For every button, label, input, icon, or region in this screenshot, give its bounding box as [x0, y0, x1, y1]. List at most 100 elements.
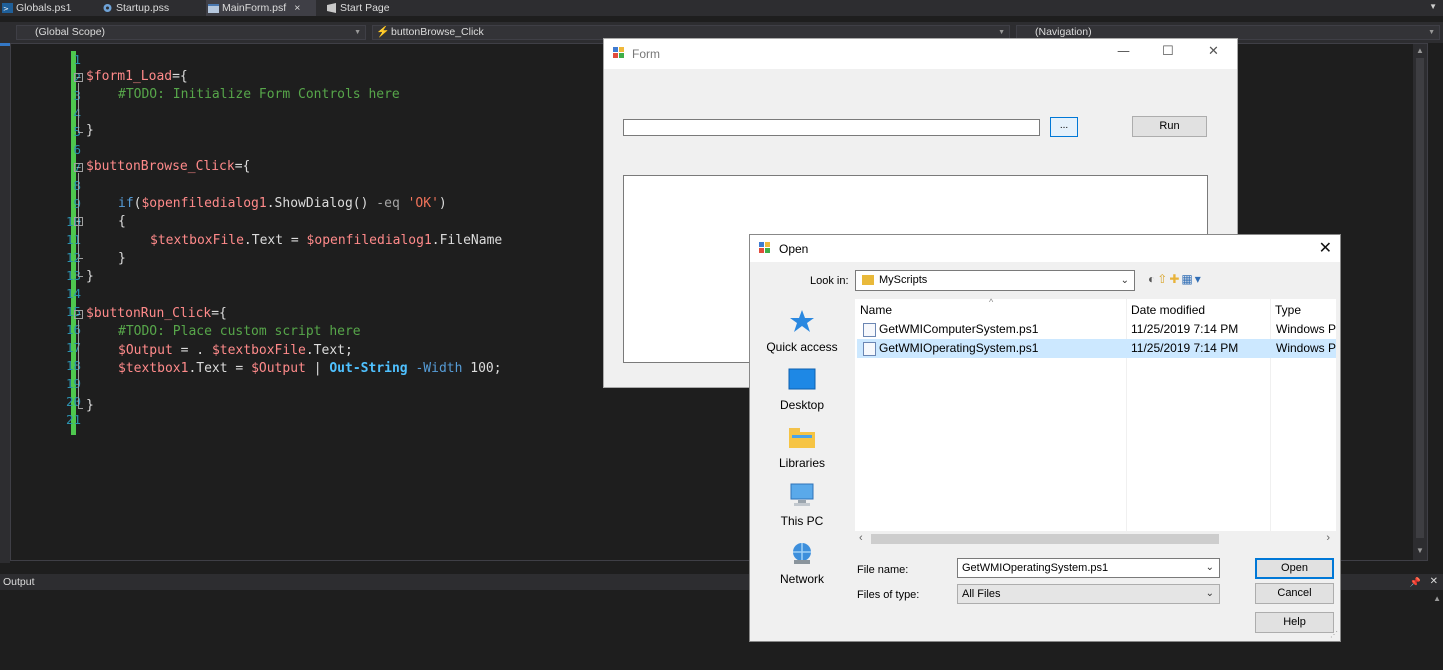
view-menu-icon[interactable]: ▦▾ — [1181, 272, 1202, 286]
tab-mainform[interactable]: MainForm.psf × — [206, 0, 316, 16]
scroll-up-arrow-icon[interactable]: ▲ — [1433, 594, 1441, 603]
code-token: $textboxFile — [211, 343, 306, 358]
column-header-date-modified[interactable]: Date modified — [1131, 303, 1205, 320]
form-file-icon — [208, 4, 219, 13]
svg-text:>: > — [3, 5, 9, 13]
code-line-5: } — [86, 123, 94, 138]
powershell-file-icon — [863, 342, 876, 356]
libraries-icon — [789, 428, 815, 448]
line-number: 21 — [65, 412, 81, 427]
tab-startup[interactable]: Startup.pss — [100, 0, 190, 16]
scrollbar-thumb[interactable] — [1416, 58, 1424, 538]
fold-guide-end — [78, 276, 83, 277]
close-icon[interactable]: ✕ — [1319, 238, 1332, 257]
file-row[interactable]: GetWMIComputerSystem.ps1 11/25/2019 7:14… — [857, 320, 1336, 339]
editor-vertical-scrollbar[interactable]: ▲ ▼ — [1413, 44, 1427, 560]
tab-overflow-chevron-icon[interactable]: ▼ — [1429, 2, 1437, 11]
form-title-bar[interactable]: Form — ☐ ✕ — [604, 39, 1237, 69]
line-number: 18 — [65, 358, 81, 373]
places-bar: Quick access Desktop Libraries This PC N… — [757, 299, 847, 629]
scroll-left-arrow-icon[interactable]: ‹ — [859, 532, 863, 544]
code-token: ={ — [234, 159, 251, 174]
open-button[interactable]: Open — [1255, 558, 1334, 579]
up-folder-icon[interactable]: ⇧ — [1157, 272, 1169, 286]
place-quick-access[interactable]: Quick access — [757, 309, 847, 354]
new-folder-icon[interactable]: ✚ — [1169, 272, 1181, 286]
code-token: ={ — [211, 306, 227, 321]
code-token: $openfiledialog1 — [141, 196, 267, 211]
file-path-textbox[interactable] — [623, 119, 1040, 136]
place-network[interactable]: Network — [757, 541, 847, 586]
line-number: 1 — [73, 52, 81, 67]
dialog-title-bar[interactable]: Open ✕ — [750, 235, 1340, 262]
browse-button[interactable]: ... — [1050, 117, 1078, 137]
collapse-toggle-icon[interactable]: − — [74, 163, 83, 172]
tab-start-page[interactable]: Start Page — [324, 0, 414, 16]
file-name-label: File name: — [857, 564, 909, 576]
collapse-toggle-icon[interactable]: − — [74, 217, 83, 226]
collapse-toggle-icon[interactable]: − — [74, 310, 83, 319]
column-header-name[interactable]: Name — [860, 303, 892, 320]
scroll-up-arrow-icon[interactable]: ▲ — [1416, 46, 1424, 55]
pin-icon[interactable]: 📌 — [1410, 574, 1421, 590]
line-number: 9 — [41, 195, 81, 213]
help-button[interactable]: Help — [1255, 612, 1334, 633]
line-number: 17 — [65, 340, 81, 355]
maximize-icon[interactable]: ☐ — [1162, 44, 1174, 59]
look-in-label: Look in: — [810, 275, 849, 287]
code-token: -Width — [415, 361, 463, 376]
code-token: if — [118, 196, 134, 211]
place-label: This PC — [780, 514, 824, 528]
place-this-pc[interactable]: This PC — [757, 483, 847, 528]
back-icon[interactable]: ◐ — [1148, 272, 1157, 286]
tab-globals[interactable]: > Globals.ps1 — [0, 0, 78, 16]
code-token: $textboxFile — [150, 233, 244, 248]
minimize-icon[interactable]: — — [1117, 44, 1130, 59]
code-token: $Output — [251, 361, 306, 376]
tab-label: Start Page — [340, 2, 390, 14]
look-in-value: MyScripts — [879, 274, 928, 286]
line-number: 12 — [65, 250, 81, 265]
file-list-horizontal-scrollbar[interactable]: ‹ › — [855, 531, 1336, 547]
scrollbar-thumb[interactable] — [871, 534, 1219, 544]
file-type-combo[interactable]: All Files ⌄ — [957, 584, 1220, 604]
place-libraries[interactable]: Libraries — [757, 425, 847, 470]
file-date: 11/25/2019 7:14 PM — [1131, 341, 1239, 355]
scope-combo[interactable]: (Global Scope) ▼ — [16, 25, 366, 40]
file-name-combo[interactable]: GetWMIOperatingSystem.ps1 ⌄ — [957, 558, 1220, 578]
close-icon[interactable]: ✕ — [1430, 574, 1438, 590]
output-panel-title: Output — [3, 576, 35, 588]
line-number: 8 — [41, 177, 81, 195]
run-button[interactable]: Run — [1132, 116, 1207, 137]
code-token: .Text; — [305, 343, 353, 358]
place-desktop[interactable]: Desktop — [757, 367, 847, 412]
document-tab-bar: > Globals.ps1 Startup.pss MainForm.psf × … — [0, 0, 1443, 16]
look-in-combo[interactable]: MyScripts ⌄ — [855, 270, 1135, 291]
code-line-17: $Output = . $textboxFile.Text; — [118, 342, 353, 360]
start-page-icon — [327, 3, 336, 13]
scroll-down-arrow-icon[interactable]: ▼ — [1416, 546, 1424, 555]
desktop-icon — [788, 368, 816, 390]
place-label: Desktop — [779, 398, 825, 412]
close-icon[interactable]: ✕ — [1208, 44, 1219, 59]
file-type: Windows P — [1276, 341, 1336, 355]
file-type-label: Files of type: — [857, 589, 920, 601]
chevron-down-icon[interactable]: ⌄ — [1206, 559, 1214, 577]
tab-label: MainForm.psf — [222, 2, 287, 14]
cancel-button[interactable]: Cancel — [1255, 583, 1334, 604]
file-list[interactable]: Name Date modified Type GetWMIComputerSy… — [855, 299, 1336, 547]
file-name-value: GetWMIOperatingSystem.ps1 — [962, 562, 1109, 574]
designer-side-strip[interactable] — [0, 43, 10, 563]
chevron-down-icon: ▼ — [354, 29, 361, 36]
tab-label: Startup.pss — [116, 2, 170, 14]
file-row-selected[interactable]: GetWMIOperatingSystem.ps1 11/25/2019 7:1… — [857, 339, 1336, 358]
tab-close-icon[interactable]: × — [294, 2, 300, 14]
code-line-11: $textboxFile.Text = $openfiledialog1.Fil… — [150, 232, 502, 250]
code-token: 100; — [462, 361, 502, 376]
scroll-right-arrow-icon[interactable]: › — [1326, 532, 1330, 544]
column-header-type[interactable]: Type — [1275, 303, 1301, 320]
collapse-toggle-icon[interactable]: − — [74, 73, 83, 82]
resize-grip-icon[interactable]: ⋰ — [1330, 630, 1338, 639]
fold-guide — [78, 320, 79, 408]
